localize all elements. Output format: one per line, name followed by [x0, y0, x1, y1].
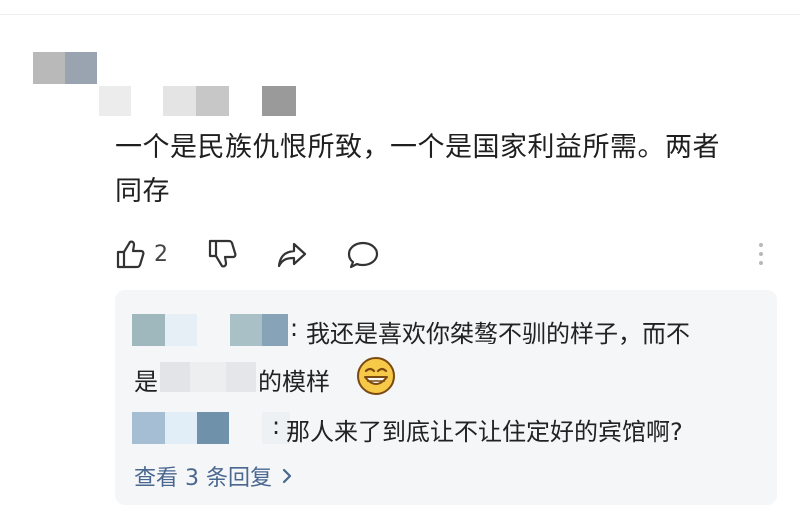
share-button[interactable] — [276, 240, 308, 270]
reply-2-separator: : — [272, 412, 281, 440]
username-pixel — [230, 314, 262, 346]
username-pixel — [165, 314, 197, 346]
comment-bubble-icon — [347, 241, 379, 269]
reply-1-text-line1: 我还是喜欢你桀骜不驯的样子，而不 — [306, 320, 690, 348]
redaction-pixel — [226, 362, 256, 392]
username-pixel — [262, 314, 288, 346]
username-pixel — [163, 86, 196, 116]
username-pixel — [132, 314, 165, 346]
username-pixel — [99, 86, 131, 116]
grinning-face-icon — [357, 357, 395, 395]
reply-1-text-line2-end: 的模样 — [258, 368, 330, 396]
share-icon — [277, 242, 307, 268]
dislike-button[interactable] — [206, 238, 238, 270]
username-pixel — [262, 86, 296, 116]
dot — [759, 261, 763, 265]
like-button[interactable]: 2 — [114, 238, 168, 270]
reply-2-text: 那人来了到底让不让住定好的宾馆啊? — [286, 418, 683, 446]
avatar-pixel — [33, 52, 65, 84]
chevron-right-icon — [282, 468, 292, 484]
username-pixel — [197, 412, 229, 444]
reply-1-text-line2-start: 是 — [134, 368, 158, 396]
top-divider — [0, 14, 800, 15]
redaction-pixel — [160, 362, 190, 392]
view-replies-link[interactable]: 查看 3 条回复 — [134, 460, 294, 492]
reply-1-separator: : — [290, 314, 299, 342]
username-pixel — [196, 86, 229, 116]
avatar-pixel — [65, 52, 97, 84]
dot — [759, 243, 763, 247]
comment-line: 同存 — [115, 176, 170, 207]
redaction-pixel — [190, 362, 226, 392]
grinning-face-emoji — [356, 356, 396, 400]
reply-button[interactable] — [346, 240, 380, 270]
dot — [759, 252, 763, 256]
comment-line: 一个是民族仇恨所致，一个是国家利益所需。两者 — [115, 132, 720, 163]
thumbs-up-icon — [116, 240, 145, 269]
comment-text: 一个是民族仇恨所致，一个是国家利益所需。两者 同存 — [115, 126, 775, 214]
username-pixel — [165, 412, 197, 444]
thumbs-down-icon — [208, 239, 237, 268]
view-replies-label: 查看 3 条回复 — [134, 466, 272, 491]
more-options-button[interactable] — [757, 243, 765, 270]
username-pixel — [132, 412, 165, 444]
like-count: 2 — [154, 241, 168, 267]
